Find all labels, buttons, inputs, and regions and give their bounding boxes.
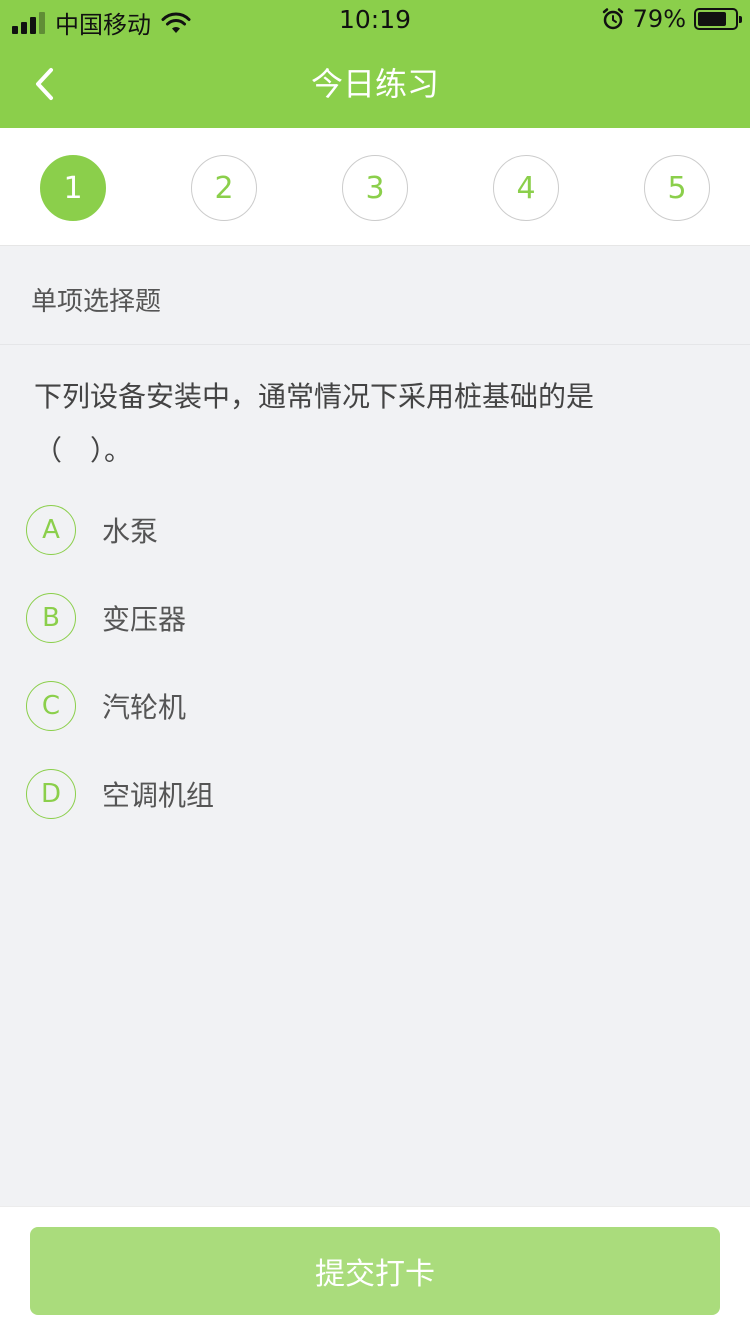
- question-type-label: 单项选择题: [31, 287, 162, 317]
- status-bar: 中国移动 10:19 79%: [0, 0, 750, 40]
- bottom-bar: 提交打卡: [0, 1206, 750, 1334]
- option-d[interactable]: D 空调机组: [26, 764, 716, 824]
- step-5[interactable]: 5: [644, 155, 710, 221]
- option-letter: C: [26, 681, 76, 731]
- option-a[interactable]: A 水泵: [26, 500, 716, 560]
- step-4[interactable]: 4: [493, 155, 559, 221]
- option-text: 空调机组: [102, 779, 215, 812]
- option-b[interactable]: B 变压器: [26, 588, 716, 648]
- battery-icon: [694, 8, 742, 30]
- question-line-1: 下列设备安装中，通常情况下采用桩基础的是: [34, 380, 595, 413]
- battery-fill: [698, 12, 727, 26]
- option-letter: D: [26, 769, 76, 819]
- option-letter: A: [26, 505, 76, 555]
- option-letter: B: [26, 593, 76, 643]
- question-text: 下列设备安装中，通常情况下采用桩基础的是 （ ）。: [34, 370, 694, 478]
- page-title: 今日练习: [310, 65, 439, 103]
- battery-percent: 79%: [632, 5, 686, 33]
- question-type-header: 单项选择题: [0, 247, 750, 345]
- option-text: 汽轮机: [102, 691, 187, 724]
- app-header: 中国移动 10:19 79% 今日练习: [0, 0, 750, 128]
- question-step-row: 1 2 3 4 5: [0, 128, 750, 246]
- option-text: 变压器: [102, 603, 187, 636]
- question-line-2: （ ）。: [34, 434, 133, 467]
- option-text: 水泵: [102, 515, 159, 548]
- step-3[interactable]: 3: [342, 155, 408, 221]
- alarm-icon: [602, 8, 623, 30]
- step-1[interactable]: 1: [40, 155, 106, 221]
- option-c[interactable]: C 汽轮机: [26, 676, 716, 736]
- status-right: 79%: [601, 5, 742, 33]
- step-2[interactable]: 2: [191, 155, 257, 221]
- submit-checkin-button[interactable]: 提交打卡: [30, 1227, 720, 1315]
